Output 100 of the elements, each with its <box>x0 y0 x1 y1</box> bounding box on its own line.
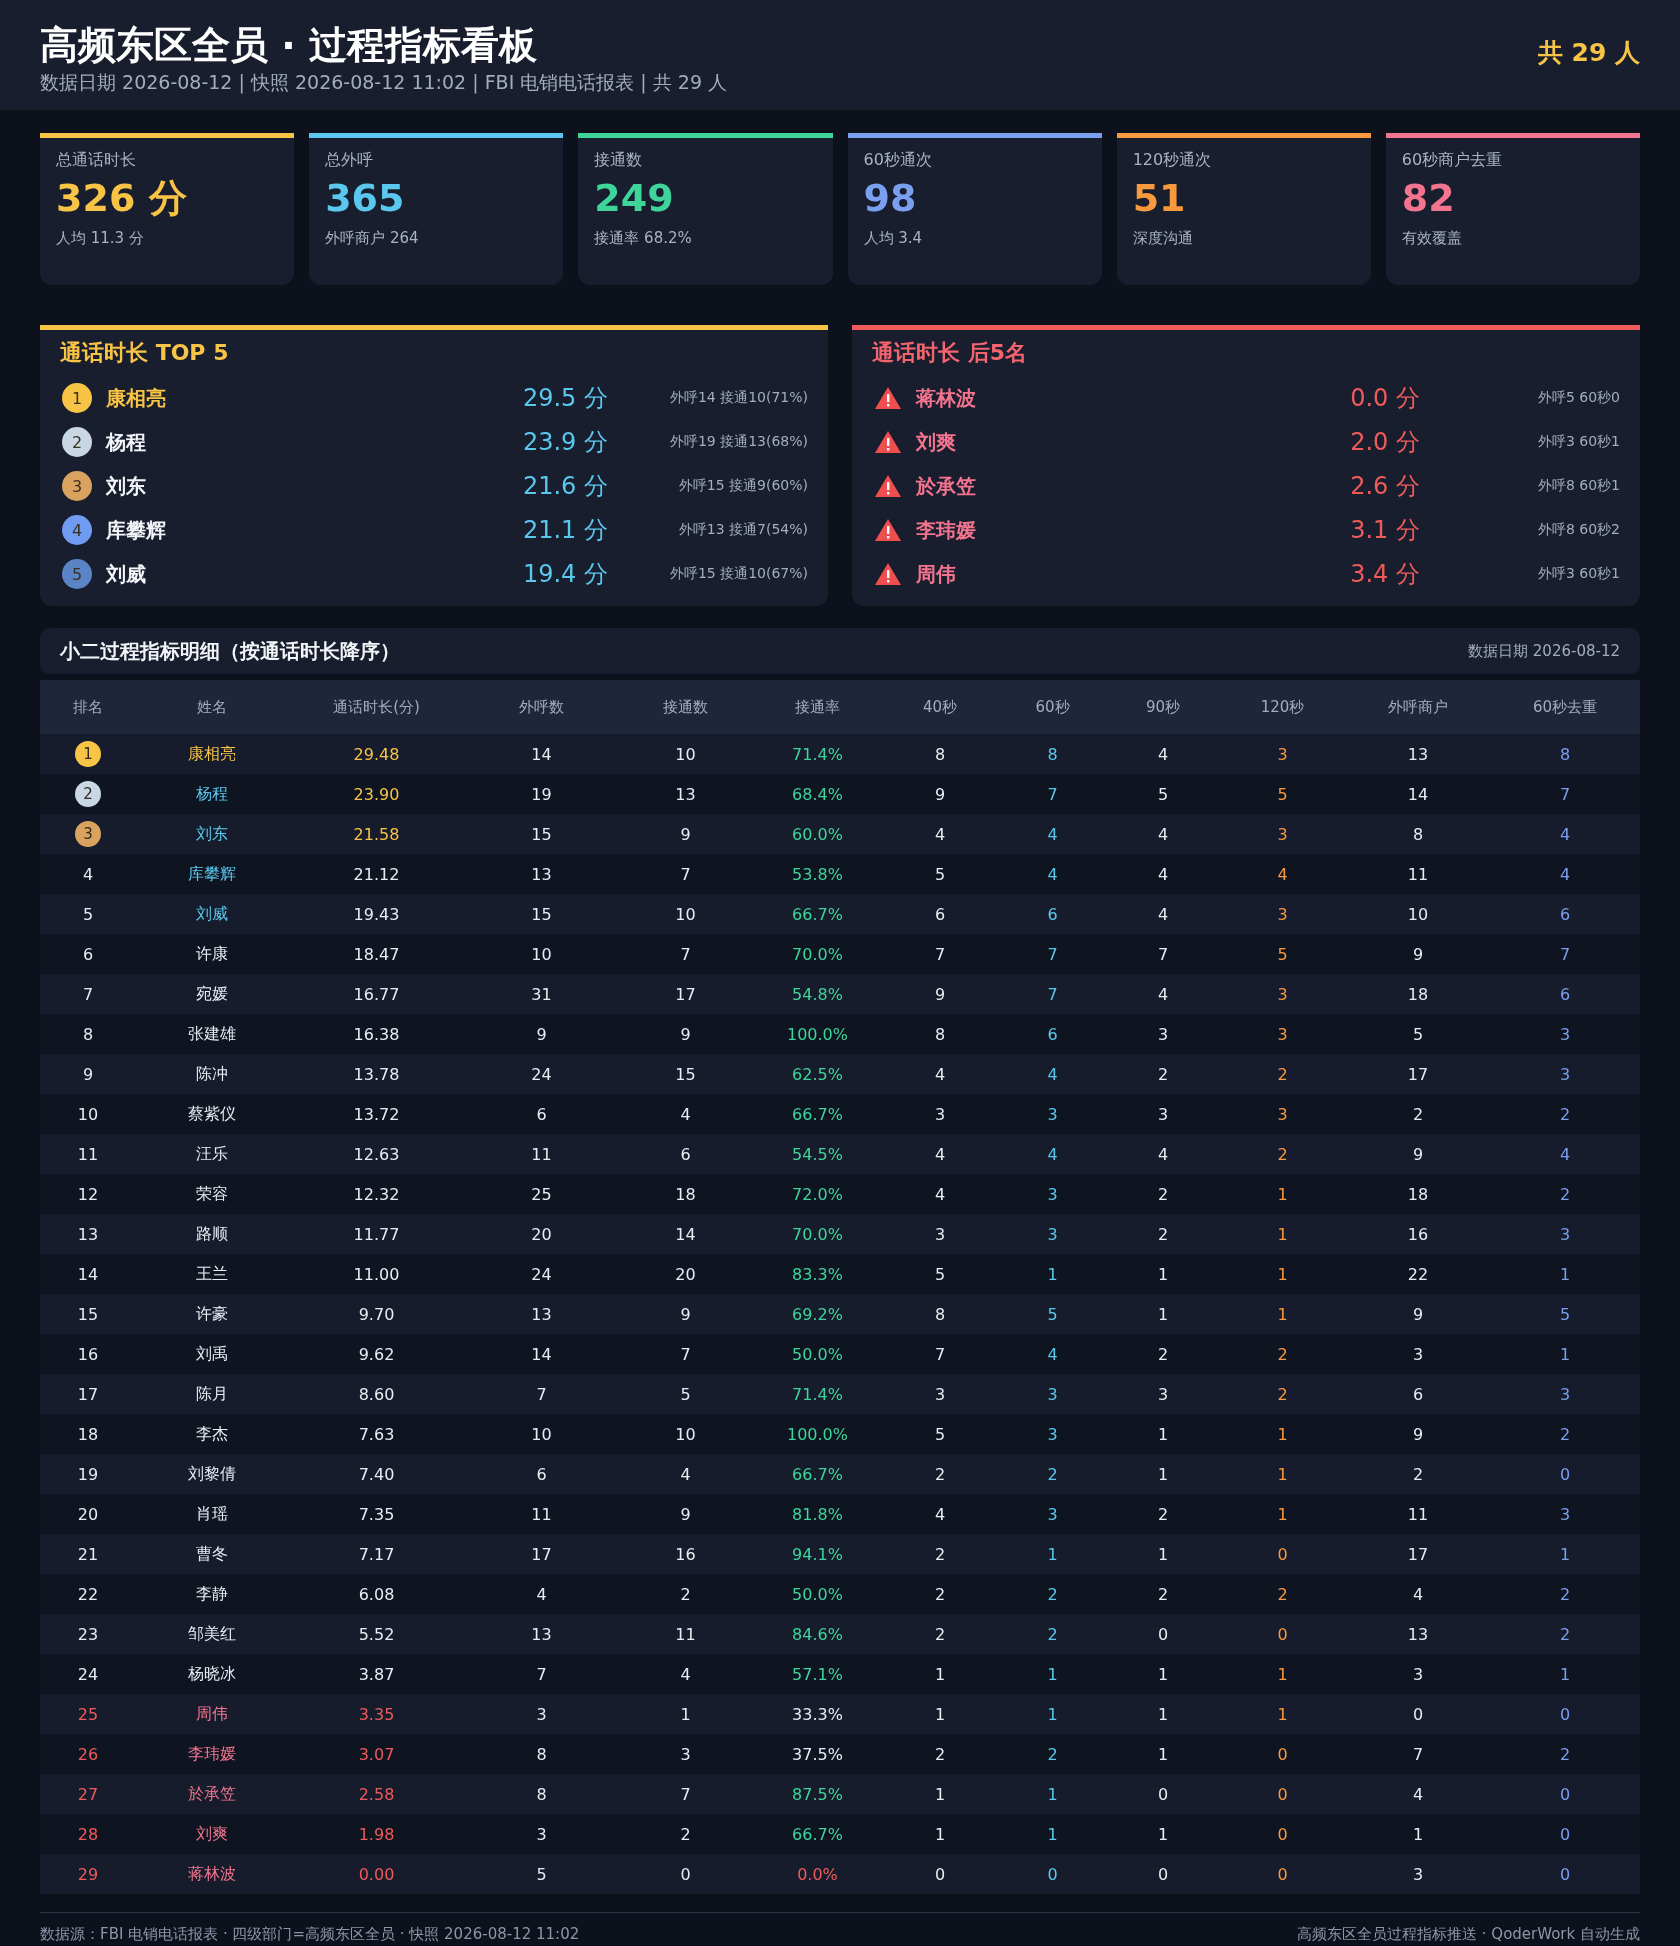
table-cell-text: 21 <box>76 1544 100 1564</box>
table-cell-text: 0 <box>1156 1624 1170 1644</box>
table-cell-text: 2 <box>1276 1384 1289 1404</box>
table-cell-text: 3 <box>933 1224 947 1244</box>
table-cell-text: 3 <box>1411 1344 1425 1364</box>
table-cell-text: 10 <box>1406 904 1430 924</box>
table-cell-text: 8 <box>535 1784 548 1804</box>
table-cell-text: 7 <box>1558 784 1572 804</box>
table-cell-text: 9 <box>679 1504 692 1524</box>
table-cell-text: 16 <box>76 1344 100 1364</box>
table-cell-text: 0 <box>1276 1864 1289 1884</box>
table-cell-text: 3 <box>1046 1384 1059 1404</box>
kpi-label: 60秒通次 <box>863 150 933 171</box>
table-cell-text: 19 <box>530 784 553 804</box>
table-cell-text: 4 <box>1156 904 1170 924</box>
table-cell-text: 2 <box>1046 1464 1059 1484</box>
table-cell-text: 0 <box>1156 1864 1170 1884</box>
table-cell-text: 7 <box>679 944 692 964</box>
footer-credit: 高频东区全员过程指标推送 · QoderWork 自动生成 <box>1297 1925 1640 1944</box>
table-cell-text: 4 <box>1046 1344 1059 1364</box>
table-cell-text: 8 <box>933 1024 947 1044</box>
table-cell-text: 20 <box>674 1264 697 1284</box>
table-cell-text: 12 <box>76 1184 100 1204</box>
table-cell-text: 3 <box>1156 1104 1170 1124</box>
table-cell-text: 4 <box>1558 864 1572 884</box>
table-cell-text: 21.12 <box>352 864 401 884</box>
table-cell-text: 1 <box>1046 1664 1059 1684</box>
table-cell-text: 7.35 <box>357 1504 396 1524</box>
table-cell-text: 17 <box>1406 1064 1430 1084</box>
table-cell-text: 0 <box>679 1864 692 1884</box>
person-name: 蒋林波 <box>916 384 977 412</box>
table-cell-text: 23 <box>76 1624 100 1644</box>
table-cell-text: 2 <box>933 1464 947 1484</box>
kpi-value: 249 <box>594 175 675 221</box>
table-cell-text: 5 <box>1276 944 1289 964</box>
column-header: 外呼数 <box>518 697 565 717</box>
table-cell-text: 23.90 <box>352 784 401 804</box>
table-cell-text: 100.0% <box>786 1024 849 1044</box>
table-cell-text: 19.43 <box>352 904 401 924</box>
table-cell-text: 29.48 <box>352 744 401 764</box>
table-cell-text: 7 <box>81 984 95 1004</box>
column-header: 60秒 <box>1034 697 1071 717</box>
table-cell-text: 9 <box>1411 1304 1425 1324</box>
table-cell-text: 1 <box>1156 1424 1170 1444</box>
table-cell-text: 李静 <box>195 1583 229 1605</box>
call-summary: 外呼19 接通13(68%) <box>668 433 808 451</box>
table-cell-text: 62.5% <box>791 1064 844 1084</box>
table-cell-text: 0 <box>1558 1784 1572 1804</box>
table-cell-text: 4 <box>1156 864 1170 884</box>
table-cell-text: 7 <box>1046 944 1059 964</box>
table-cell-text: 刘黎倩 <box>187 1463 237 1485</box>
table-cell-text: 4 <box>933 1064 947 1084</box>
table-cell-text: 1 <box>1276 1664 1289 1684</box>
rank-badge: 1 <box>75 741 101 767</box>
table-cell-text: 0 <box>1276 1824 1289 1844</box>
call-summary: 外呼3 60秒1 <box>1536 433 1620 451</box>
person-name: 於承笠 <box>916 472 977 500</box>
table-cell-text: 2 <box>933 1744 947 1764</box>
table-cell-text: 於承笠 <box>187 1783 237 1805</box>
table-cell-text: 4 <box>1046 864 1059 884</box>
table-cell-text: 1 <box>1411 1824 1425 1844</box>
table-cell-text: 25 <box>76 1704 100 1724</box>
table-cell-text: 5 <box>1276 784 1289 804</box>
table-cell-text: 13.72 <box>352 1104 401 1124</box>
table-cell-text: 1 <box>933 1664 947 1684</box>
table-cell-text: 1 <box>1276 1224 1289 1244</box>
table-cell-text: 刘禹 <box>195 1343 229 1365</box>
table-cell-text: 5 <box>535 1864 548 1884</box>
table-cell-text: 1 <box>1156 1544 1170 1564</box>
table-cell-text: 张建雄 <box>187 1023 237 1045</box>
table-cell-text: 3 <box>1276 984 1289 1004</box>
table-cell-text: 9 <box>1411 944 1425 964</box>
table-cell-text: 曹冬 <box>195 1543 229 1565</box>
table-cell-text: 3 <box>1046 1184 1059 1204</box>
kpi-note: 深度沟通 <box>1132 229 1194 248</box>
table-cell-text: 13 <box>530 1304 553 1324</box>
person-name: 康相亮 <box>106 384 167 412</box>
table-cell-text: 11.77 <box>352 1224 401 1244</box>
table-cell-text: 2 <box>679 1824 692 1844</box>
table-cell-text: 4 <box>679 1664 692 1684</box>
table-cell-text: 4 <box>1156 1144 1170 1164</box>
table-cell-text: 5 <box>1046 1304 1059 1324</box>
table-cell-text: 4 <box>1411 1784 1425 1804</box>
table-cell-text: 4 <box>1046 824 1059 844</box>
table-cell-text: 24 <box>530 1264 553 1284</box>
table-cell-text: 5 <box>679 1384 692 1404</box>
table-cell-text: 21.58 <box>352 824 401 844</box>
table-cell-text: 7.17 <box>357 1544 396 1564</box>
rank-badge: 5 <box>62 559 92 589</box>
table-cell-text: 66.7% <box>791 1464 844 1484</box>
rank-badge: 1 <box>62 383 92 413</box>
table-cell-text: 60.0% <box>791 824 844 844</box>
table-cell-text: 3 <box>535 1704 548 1724</box>
table-cell-text: 11 <box>674 1624 697 1644</box>
call-summary: 外呼5 60秒0 <box>1536 389 1620 407</box>
table-cell-text: 37.5% <box>791 1744 844 1764</box>
table-cell-text: 57.1% <box>791 1664 844 1684</box>
warning-icon <box>874 386 902 410</box>
table-cell-text: 11 <box>530 1504 553 1524</box>
table-cell-text: 8 <box>535 1744 548 1764</box>
